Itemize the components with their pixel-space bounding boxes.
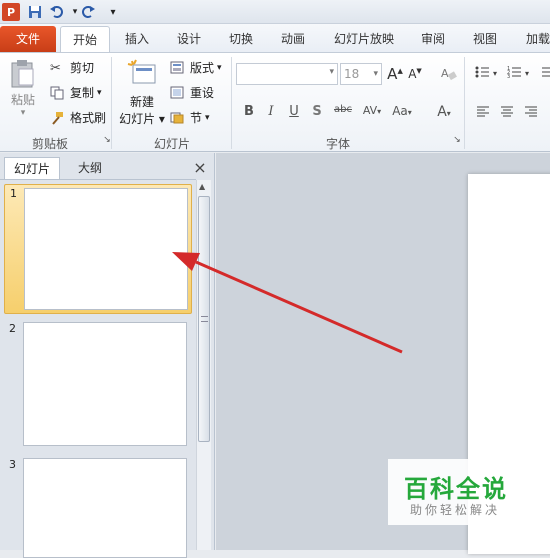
watermark-subtitle: 助你轻松解决 — [410, 503, 501, 517]
watermark-title: 百科全说 — [404, 475, 508, 503]
watermark: 百科全说 助你轻松解决 — [388, 459, 530, 525]
